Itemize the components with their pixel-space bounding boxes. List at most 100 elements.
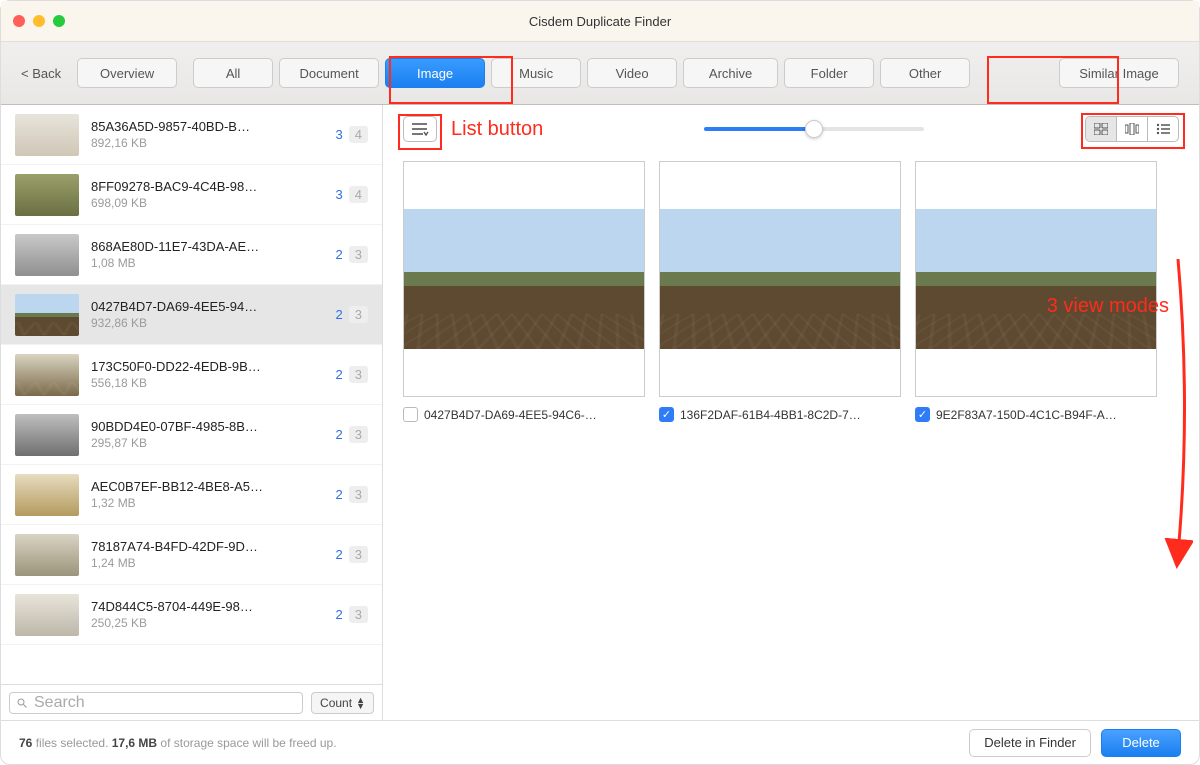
delete-button[interactable]: Delete	[1101, 729, 1181, 757]
image-box	[915, 161, 1157, 397]
minimize-icon[interactable]	[33, 15, 45, 27]
item-name: AEC0B7EF-BB12-4BE8-A5…	[91, 479, 324, 494]
thumbnail	[15, 114, 79, 156]
select-checkbox[interactable]: ✓	[659, 407, 674, 422]
total-in-group: 3	[349, 546, 368, 563]
list-icon	[411, 122, 429, 136]
image-filename: 0427B4D7-DA69-4EE5-94C6-…	[424, 408, 597, 422]
view-grid-icon[interactable]	[1086, 117, 1117, 141]
image-filename: 9E2F83A7-150D-4C1C-B94F-A…	[936, 408, 1117, 422]
zoom-slider[interactable]	[557, 127, 1071, 131]
selected-in-group: 2	[336, 607, 343, 622]
list-item[interactable]: 90BDD4E0-07BF-4985-8B… 295,87 KB 23	[1, 405, 382, 465]
duplicate-groups-list: 85A36A5D-9857-40BD-B…892,16 KB348FF09278…	[1, 105, 382, 684]
list-button[interactable]	[403, 116, 437, 142]
list-item[interactable]: 78187A74-B4FD-42DF-9D…1,24 MB23	[1, 525, 382, 585]
total-in-group: 3	[349, 306, 368, 323]
item-size: 1,08 MB	[91, 256, 324, 270]
window-controls	[13, 15, 65, 27]
selected-count: 76	[19, 736, 32, 750]
thumbnail	[15, 414, 79, 456]
updown-icon: ▲▼	[356, 697, 365, 709]
tab-video[interactable]: Video	[587, 58, 677, 88]
preview-card[interactable]: 0427B4D7-DA69-4EE5-94C6-…	[403, 161, 645, 422]
maximize-icon[interactable]	[53, 15, 65, 27]
thumbnail	[15, 354, 79, 396]
tab-music[interactable]: Music	[491, 58, 581, 88]
item-name: 74D844C5-8704-449E-98…	[91, 599, 324, 614]
thumbnail	[15, 174, 79, 216]
item-name: 78187A74-B4FD-42DF-9D…	[91, 539, 324, 554]
preview-card[interactable]: ✓ 9E2F83A7-150D-4C1C-B94F-A…	[915, 161, 1157, 422]
item-size: 250,25 KB	[91, 616, 324, 630]
back-button[interactable]: < Back	[21, 66, 61, 81]
image-box	[659, 161, 901, 397]
total-in-group: 3	[349, 246, 368, 263]
select-checkbox[interactable]: ✓	[915, 407, 930, 422]
thumbnail	[15, 234, 79, 276]
content-pane: List button 0427B4D7-DA69-4EE5-94C6-… ✓ 13…	[383, 105, 1199, 720]
sort-label: Count	[320, 696, 352, 710]
delete-in-finder-button[interactable]: Delete in Finder	[969, 729, 1091, 757]
select-checkbox[interactable]	[403, 407, 418, 422]
window-title: Cisdem Duplicate Finder	[529, 14, 671, 29]
item-size: 1,24 MB	[91, 556, 324, 570]
close-icon[interactable]	[13, 15, 25, 27]
item-size: 295,87 KB	[91, 436, 324, 450]
item-size: 932,86 KB	[91, 316, 324, 330]
preview-card[interactable]: ✓ 136F2DAF-61B4-4BB1-8C2D-7…	[659, 161, 901, 422]
search-icon	[16, 697, 28, 709]
item-size: 556,18 KB	[91, 376, 324, 390]
item-size: 1,32 MB	[91, 496, 324, 510]
status-bar: 76 files selected. 17,6 MB of storage sp…	[1, 720, 1199, 764]
selected-in-group: 2	[336, 247, 343, 262]
image-preview	[660, 209, 900, 349]
selected-in-group: 2	[336, 307, 343, 322]
view-list-icon[interactable]	[1148, 117, 1178, 141]
total-in-group: 4	[349, 126, 368, 143]
tab-other[interactable]: Other	[880, 58, 970, 88]
preview-grid: 0427B4D7-DA69-4EE5-94C6-… ✓ 136F2DAF-61B4-…	[403, 161, 1179, 422]
toolbar: < Back Overview All Document Image Music…	[1, 41, 1199, 105]
list-item[interactable]: 173C50F0-DD22-4EDB-9B… 556,18 KB 23	[1, 345, 382, 405]
list-item[interactable]: 85A36A5D-9857-40BD-B…892,16 KB34	[1, 105, 382, 165]
list-item[interactable]: 8FF09278-BAC9-4C4B-98…698,09 KB34	[1, 165, 382, 225]
item-name: 90BDD4E0-07BF-4985-8B…	[91, 419, 324, 434]
tab-similar-image[interactable]: Similar Image	[1059, 58, 1179, 88]
item-name: 173C50F0-DD22-4EDB-9B…	[91, 359, 324, 374]
total-in-group: 3	[349, 486, 368, 503]
total-in-group: 3	[349, 426, 368, 443]
search-input[interactable]: Search	[9, 692, 303, 714]
annotation-list-button: List button	[451, 118, 543, 141]
list-item[interactable]: AEC0B7EF-BB12-4BE8-A5… 1,32 MB 23	[1, 465, 382, 525]
search-placeholder: Search	[34, 694, 85, 712]
selected-in-group: 2	[336, 367, 343, 382]
view-columns-icon[interactable]	[1117, 117, 1148, 141]
item-size: 698,09 KB	[91, 196, 324, 210]
item-name: 0427B4D7-DA69-4EE5-94…	[91, 299, 324, 314]
selected-in-group: 3	[336, 127, 343, 142]
selected-in-group: 2	[336, 427, 343, 442]
image-filename: 136F2DAF-61B4-4BB1-8C2D-7…	[680, 408, 861, 422]
tab-archive[interactable]: Archive	[683, 58, 778, 88]
list-item[interactable]: 74D844C5-8704-449E-98…250,25 KB23	[1, 585, 382, 645]
thumbnail	[15, 474, 79, 516]
thumbnail	[15, 534, 79, 576]
sort-select[interactable]: Count ▲▼	[311, 692, 374, 714]
sidebar: 85A36A5D-9857-40BD-B…892,16 KB348FF09278…	[1, 105, 383, 720]
tab-image[interactable]: Image	[385, 58, 485, 88]
list-item[interactable]: 0427B4D7-DA69-4EE5-94… 932,86 KB 23	[1, 285, 382, 345]
selected-in-group: 2	[336, 487, 343, 502]
selected-in-group: 3	[336, 187, 343, 202]
tab-document[interactable]: Document	[279, 58, 379, 88]
list-item[interactable]: 868AE80D-11E7-43DA-AE… 1,08 MB 23	[1, 225, 382, 285]
item-name: 868AE80D-11E7-43DA-AE…	[91, 239, 324, 254]
tab-overview[interactable]: Overview	[77, 58, 177, 88]
annotation-view-modes: 3 view modes	[1047, 295, 1169, 318]
freed-size: 17,6 MB	[112, 736, 157, 750]
image-preview	[404, 209, 644, 349]
tab-folder[interactable]: Folder	[784, 58, 874, 88]
tab-all[interactable]: All	[193, 58, 273, 88]
view-mode-switch[interactable]	[1085, 116, 1179, 142]
total-in-group: 3	[349, 366, 368, 383]
